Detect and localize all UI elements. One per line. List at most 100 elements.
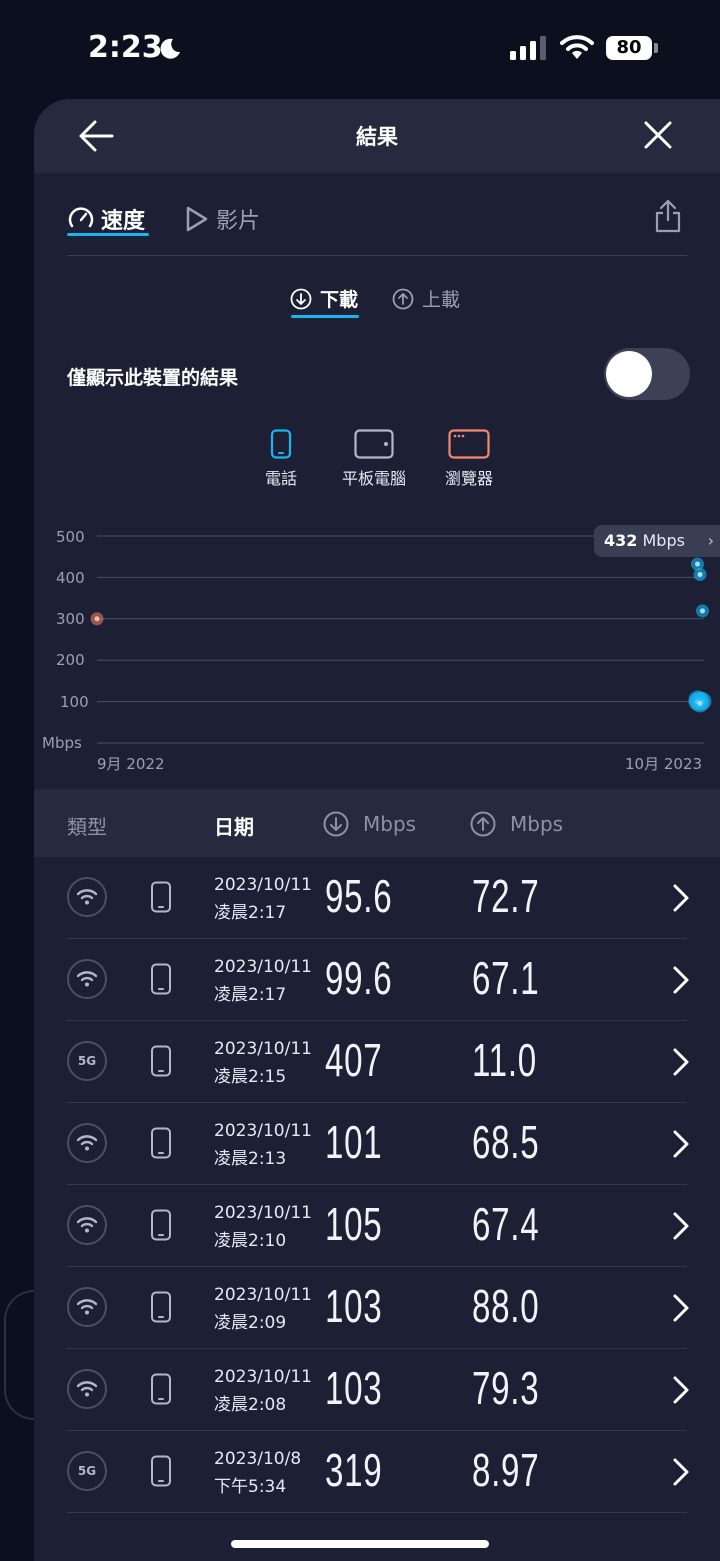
x-end-label: 10月 2023 <box>625 755 703 773</box>
results-list: 2023/10/11 凌晨2:17 95.6 72.7 2023/10/11 凌晨2:17… <box>34 857 720 1513</box>
this-device-only-toggle[interactable] <box>604 348 690 400</box>
close-icon[interactable] <box>644 121 672 149</box>
table-row[interactable]: 2023/10/11 凌晨2:17 95.6 72.7 <box>34 857 720 939</box>
phone-icon <box>151 1209 171 1241</box>
chevron-right-icon <box>673 1458 689 1486</box>
table-row[interactable]: 5G 2023/10/11 凌晨2:15 407 11.0 <box>34 1021 720 1103</box>
row-detail-arrow[interactable] <box>672 965 690 999</box>
row-detail-arrow[interactable] <box>672 1129 690 1163</box>
device-filter-tablet[interactable]: 平板電腦 <box>336 429 412 489</box>
row-time: 凌晨2:15 <box>214 1067 287 1087</box>
network-type-badge <box>67 1123 107 1163</box>
device-type <box>150 1045 172 1081</box>
download-circle-icon <box>290 288 312 309</box>
tooltip-unit: Mbps <box>642 531 685 550</box>
battery-tip <box>654 43 658 53</box>
play-icon <box>186 206 208 232</box>
row-download-speed: 407 <box>325 1034 383 1086</box>
screen: 2:23 80 結果 速度 影片 下載 上載 僅顯示此裝置的結果 電話 平板電腦… <box>0 0 720 1561</box>
device-type <box>150 1209 172 1245</box>
device-browser-label: 瀏覽器 <box>444 469 493 488</box>
row-download-speed: 101 <box>325 1116 383 1168</box>
moon-icon <box>160 38 180 59</box>
phone-icon <box>151 1291 171 1323</box>
row-upload-speed: 72.7 <box>472 870 540 922</box>
row-upload-speed: 67.1 <box>472 952 540 1004</box>
phone-icon <box>151 963 171 995</box>
device-type <box>150 1455 172 1491</box>
column-download-unit: Mbps <box>363 812 417 836</box>
phone-icon <box>151 1373 171 1405</box>
device-filter-phone[interactable]: 電話 <box>253 429 309 489</box>
tab-speed[interactable]: 速度 <box>67 201 145 237</box>
row-date: 2023/10/11 <box>214 957 312 977</box>
network-5g-label: 5G <box>77 1054 97 1068</box>
subtab-download[interactable]: 下載 <box>290 285 358 312</box>
table-row[interactable]: 2023/10/11 凌晨2:09 103 88.0 <box>34 1267 720 1349</box>
subtab-upload-label: 上載 <box>422 289 461 311</box>
device-type <box>150 1127 172 1163</box>
this-device-only-label: 僅顯示此裝置的結果 <box>67 367 239 389</box>
column-upload-unit: Mbps <box>510 812 564 836</box>
row-time: 凌晨2:13 <box>214 1149 287 1169</box>
row-date: 2023/10/11 <box>214 875 312 895</box>
chevron-right-icon <box>673 1130 689 1158</box>
upload-circle-icon <box>392 288 414 309</box>
table-row[interactable]: 2023/10/11 凌晨2:17 99.6 67.1 <box>34 939 720 1021</box>
share-icon[interactable] <box>654 199 682 233</box>
row-upload-speed: 68.5 <box>472 1116 540 1168</box>
phone-icon <box>151 1455 171 1487</box>
toggle-knob <box>606 351 652 397</box>
wifi-icon <box>76 1217 98 1233</box>
subtab-upload[interactable]: 上載 <box>392 285 460 312</box>
speed-chart: 500 400 300 200 100 Mbps 9月 2022 10月 202… <box>34 519 720 789</box>
column-upload[interactable]: Mbps <box>470 811 563 837</box>
row-detail-arrow[interactable] <box>672 1457 690 1491</box>
chevron-right-icon <box>673 1376 689 1404</box>
chevron-right-icon <box>673 884 689 912</box>
row-time: 凌晨2:17 <box>214 903 287 923</box>
row-download-speed: 103 <box>325 1280 383 1332</box>
download-circle-icon <box>323 811 349 837</box>
device-filter-browser[interactable]: 瀏覽器 <box>434 429 504 489</box>
home-indicator[interactable] <box>231 1540 489 1548</box>
wifi-icon <box>76 1135 98 1151</box>
row-detail-arrow[interactable] <box>672 1293 690 1327</box>
row-date: 2023/10/11 <box>214 1285 312 1305</box>
results-sheet: 結果 速度 影片 下載 上載 僅顯示此裝置的結果 電話 平板電腦 瀏覽器 500… <box>34 99 720 1561</box>
row-divider <box>67 1512 687 1513</box>
device-tablet-label: 平板電腦 <box>341 469 406 488</box>
row-time: 下午5:34 <box>214 1477 287 1497</box>
row-time: 凌晨2:09 <box>214 1313 287 1333</box>
row-detail-arrow[interactable] <box>672 1211 690 1245</box>
row-time: 凌晨2:08 <box>214 1395 287 1415</box>
column-download[interactable]: Mbps <box>323 811 416 837</box>
chart-value-tooltip[interactable]: 432 Mbps › <box>594 525 720 557</box>
network-type-badge <box>67 959 107 999</box>
column-type[interactable]: 類型 <box>67 811 107 840</box>
table-row[interactable]: 2023/10/11 凌晨2:13 101 68.5 <box>34 1103 720 1185</box>
network-type-badge <box>67 1205 107 1245</box>
y-tick-500: 500 <box>56 528 85 546</box>
device-type <box>150 881 172 917</box>
y-tick-200: 200 <box>56 651 85 669</box>
column-date[interactable]: 日期 <box>214 811 254 840</box>
phone-icon <box>151 1045 171 1077</box>
table-row[interactable]: 2023/10/11 凌晨2:10 105 67.4 <box>34 1185 720 1267</box>
table-row[interactable]: 2023/10/11 凌晨2:08 103 79.3 <box>34 1349 720 1431</box>
row-detail-arrow[interactable] <box>672 883 690 917</box>
network-type-badge <box>67 1369 107 1409</box>
row-detail-arrow[interactable] <box>672 1375 690 1409</box>
row-date: 2023/10/11 <box>214 1367 312 1387</box>
y-tick-100: 100 <box>60 693 89 711</box>
status-time: 2:23 <box>88 30 163 65</box>
network-type-badge <box>67 1287 107 1327</box>
table-row[interactable]: 5G 2023/10/8 下午5:34 319 8.97 <box>34 1431 720 1513</box>
row-download-speed: 105 <box>325 1198 383 1250</box>
speed-chart-svg <box>90 535 712 744</box>
tab-video[interactable]: 影片 <box>184 201 260 237</box>
wifi-status-icon <box>560 35 594 59</box>
chevron-right-icon <box>673 1212 689 1240</box>
row-detail-arrow[interactable] <box>672 1047 690 1081</box>
row-date: 2023/10/11 <box>214 1121 312 1141</box>
